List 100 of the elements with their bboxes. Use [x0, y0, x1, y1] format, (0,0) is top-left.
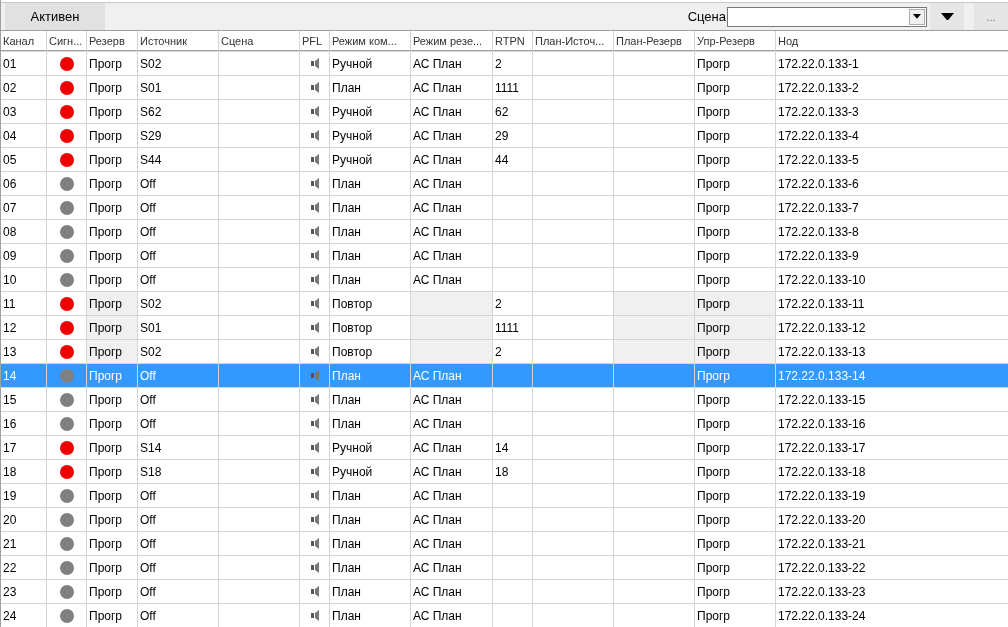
speaker-icon[interactable] [311, 514, 319, 525]
speaker-icon[interactable] [311, 562, 319, 573]
table-cell: 01 [1, 52, 46, 75]
speaker-icon[interactable] [311, 226, 319, 237]
speaker-icon[interactable] [311, 130, 319, 141]
table-cell [493, 532, 532, 555]
column-header[interactable]: Сцена [219, 31, 299, 51]
table-cell: План [330, 604, 410, 627]
table-cell: Прогр [87, 412, 137, 435]
table-cell: 172.22.0.133-15 [776, 388, 1008, 411]
column-header[interactable]: Нод [776, 31, 1008, 51]
table-cell: S01 [138, 76, 218, 99]
column-header[interactable]: Источник [138, 31, 218, 51]
column-header[interactable]: RTPN [493, 31, 532, 51]
table-cell: Off [138, 532, 218, 555]
table-cell: План [330, 364, 410, 387]
column-header[interactable]: План-Источ... [533, 31, 613, 51]
speaker-icon[interactable] [311, 490, 319, 501]
table-cell: 172.22.0.133-13 [776, 340, 1008, 363]
speaker-icon[interactable] [311, 82, 319, 93]
speaker-icon[interactable] [311, 106, 319, 117]
table-cell: 172.22.0.133-4 [776, 124, 1008, 147]
status-button[interactable]: Активен [5, 3, 105, 30]
table-cell: Прогр [87, 220, 137, 243]
table-cell: Прогр [87, 148, 137, 171]
table-cell: АС План [411, 556, 492, 579]
column-header[interactable]: PFL [300, 31, 329, 51]
scene-dropdown[interactable] [727, 6, 927, 27]
table-cell: План [330, 388, 410, 411]
speaker-icon[interactable] [311, 178, 319, 189]
speaker-icon[interactable] [311, 418, 319, 429]
speaker-icon[interactable] [311, 298, 319, 309]
column-header[interactable]: Резерв [87, 31, 137, 51]
table-cell: Off [138, 604, 218, 627]
column-header[interactable]: План-Резерв [614, 31, 694, 51]
speaker-icon[interactable] [311, 346, 319, 357]
dropdown-button[interactable] [930, 3, 964, 30]
speaker-icon[interactable] [311, 154, 319, 165]
table-cell [493, 412, 532, 435]
table-cell: Прогр [87, 124, 137, 147]
speaker-icon[interactable] [311, 610, 319, 621]
table-cell: 06 [1, 172, 46, 195]
table-cell: 09 [1, 244, 46, 267]
column-header[interactable]: Упр-Резерв [695, 31, 775, 51]
table-cell: Прогр [87, 460, 137, 483]
table-cell: Off [138, 364, 218, 387]
speaker-icon[interactable] [311, 274, 319, 285]
table-cell: План [330, 412, 410, 435]
column-header[interactable]: Режим ком... [330, 31, 410, 51]
table-cell: 23 [1, 580, 46, 603]
table-cell: Прогр [695, 508, 775, 531]
table-cell: АС План [411, 364, 492, 387]
table-cell: 172.22.0.133-18 [776, 460, 1008, 483]
table-cell: Прогр [87, 268, 137, 291]
table-cell: 12 [1, 316, 46, 339]
table-cell: Прогр [695, 532, 775, 555]
table-cell: Повтор [330, 292, 410, 315]
table-cell: Прогр [695, 244, 775, 267]
table-cell: 2 [493, 340, 532, 363]
table-cell: Прогр [87, 532, 137, 555]
speaker-icon[interactable] [311, 466, 319, 477]
table-cell: 08 [1, 220, 46, 243]
table-cell: 172.22.0.133-17 [776, 436, 1008, 459]
speaker-icon[interactable] [311, 250, 319, 261]
caret-icon [940, 12, 954, 21]
table-cell: 17 [1, 436, 46, 459]
table-cell: S62 [138, 100, 218, 123]
table-cell: 172.22.0.133-12 [776, 316, 1008, 339]
table-cell [493, 196, 532, 219]
table-cell: Прогр [695, 100, 775, 123]
more-button[interactable]: ... [974, 3, 1008, 30]
table-cell: 24 [1, 604, 46, 627]
speaker-icon[interactable] [311, 322, 319, 333]
table-cell: Off [138, 412, 218, 435]
table-cell: S01 [138, 316, 218, 339]
speaker-icon[interactable] [311, 58, 319, 69]
table-cell: 1111 [493, 316, 532, 339]
table-cell: АС План [411, 268, 492, 291]
speaker-icon[interactable] [311, 586, 319, 597]
table-cell: 172.22.0.133-2 [776, 76, 1008, 99]
speaker-icon[interactable] [311, 394, 319, 405]
speaker-icon[interactable] [311, 202, 319, 213]
column-header[interactable]: Сигн... [47, 31, 86, 51]
table-cell: 18 [493, 460, 532, 483]
table-cell: АС План [411, 148, 492, 171]
table-cell: S29 [138, 124, 218, 147]
speaker-icon[interactable] [311, 442, 319, 453]
table-cell [493, 244, 532, 267]
table-cell: 172.22.0.133-9 [776, 244, 1008, 267]
column-header[interactable]: Канал [1, 31, 46, 51]
table-cell: План [330, 172, 410, 195]
table-cell: Ручной [330, 460, 410, 483]
table-cell [493, 508, 532, 531]
speaker-icon[interactable] [311, 538, 319, 549]
table-cell: 13 [1, 340, 46, 363]
table-cell: Прогр [87, 196, 137, 219]
table-cell: Прогр [695, 52, 775, 75]
table-cell: 172.22.0.133-1 [776, 52, 1008, 75]
dropdown-button[interactable] [909, 8, 925, 25]
column-header[interactable]: Режим резе... [411, 31, 492, 51]
